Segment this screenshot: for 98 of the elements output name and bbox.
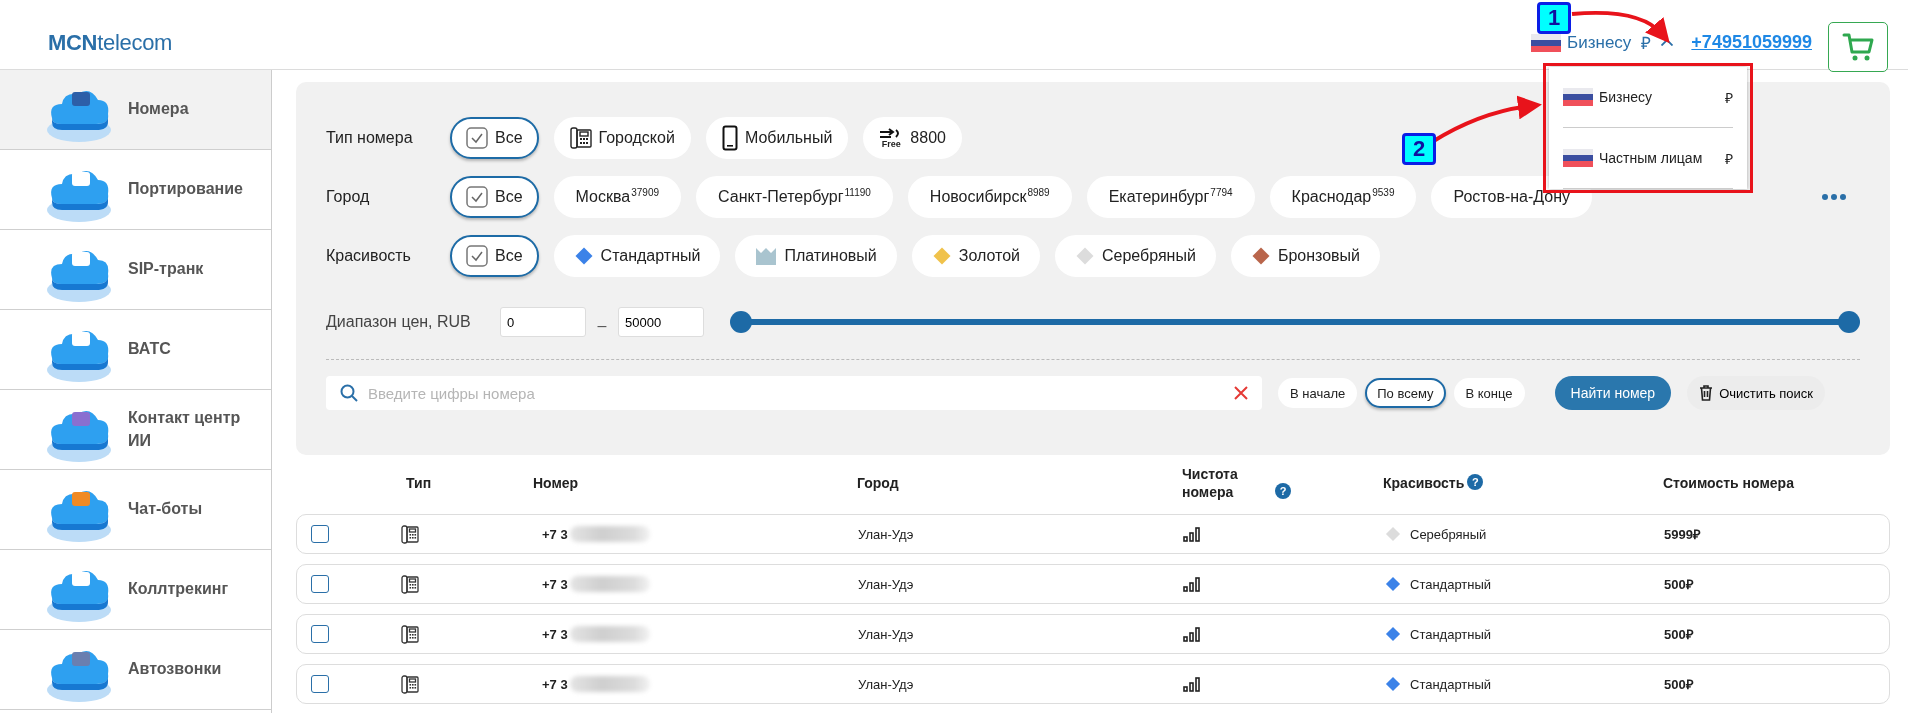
row-checkbox[interactable] — [311, 625, 329, 643]
filter-chip[interactable]: Все — [450, 235, 539, 277]
slider-thumb[interactable] — [730, 311, 752, 333]
price-slider[interactable] — [730, 311, 1860, 333]
checkbox-icon — [466, 186, 488, 208]
trash-icon — [1699, 385, 1714, 401]
checkbox-icon — [466, 127, 488, 149]
match-mode-button[interactable]: В начале — [1278, 378, 1358, 408]
sidebar-item[interactable]: SIP-транк — [0, 230, 271, 310]
filter-label: Город — [326, 188, 371, 206]
filter-chip[interactable]: Стандартный — [553, 235, 721, 277]
logo: MCNtelecom — [48, 29, 173, 56]
sidebar-item[interactable]: ВАТС — [0, 310, 271, 390]
beauty-text: Стандартный — [1410, 626, 1492, 642]
column-header: Номер — [533, 473, 579, 493]
menu-item[interactable]: Частным лицам ₽ — [1563, 128, 1733, 188]
row-checkbox[interactable] — [311, 525, 329, 543]
search-icon — [340, 384, 358, 402]
phone-number: +7 3 — [542, 526, 568, 542]
flag-icon — [1563, 88, 1593, 106]
match-mode-button[interactable]: В конце — [1453, 378, 1525, 408]
column-header: Чистота номера — [1182, 464, 1239, 502]
column-header: Красивость — [1383, 473, 1465, 493]
menu-item[interactable]: Бизнесу ₽ — [1563, 67, 1733, 127]
price-label: Диапазон цен, RUB — [326, 313, 472, 331]
filter-chip[interactable]: Екатеринбург$^{7794}$ — [1086, 176, 1255, 218]
cart-button[interactable] — [1828, 21, 1888, 72]
cart-icon — [1842, 31, 1874, 62]
filter-chip[interactable]: Free 8800 — [863, 117, 962, 159]
row-checkbox[interactable] — [311, 675, 329, 693]
search-input[interactable]: Введите цифры номера — [366, 383, 1226, 403]
city-text: Улан-Удэ — [858, 676, 914, 692]
match-mode-button[interactable]: По всему — [1365, 378, 1446, 408]
slider-thumb[interactable] — [1838, 311, 1860, 333]
beauty-text: Стандартный — [1410, 576, 1492, 592]
phone-link[interactable]: +74951059999 — [1691, 32, 1812, 53]
sidebar-item[interactable]: Чат-боты — [0, 470, 271, 550]
column-header: Стоимость номера — [1663, 473, 1794, 493]
max-price-field[interactable]: 50000 — [618, 307, 704, 337]
column-header: Город — [857, 473, 899, 493]
signal-bars-icon — [1183, 676, 1201, 692]
filter-chip[interactable]: Золотой — [911, 235, 1040, 277]
filter-chip[interactable]: Бронзовый — [1230, 235, 1380, 277]
clear-icon — [1234, 386, 1248, 400]
range-separator: – — [596, 316, 608, 335]
step-number-badge: 2 — [1402, 133, 1436, 165]
price-text: 500₽ — [1664, 626, 1694, 643]
price-text: 5999₽ — [1664, 526, 1701, 543]
desk-phone-icon — [401, 574, 419, 594]
city-text: Улан-Удэ — [858, 626, 914, 642]
beauty-text: Серебряный — [1410, 526, 1487, 542]
clear-search-button[interactable]: Очистить поиск — [1687, 376, 1826, 410]
sidebar-item[interactable]: Коллтрекинг — [0, 550, 271, 630]
desk-phone-icon — [569, 126, 592, 150]
filter-chip[interactable]: Москва$^{37909}$ — [553, 176, 681, 218]
filter-chip[interactable]: Серебряный — [1055, 235, 1216, 277]
filter-chip[interactable]: Все — [450, 176, 539, 218]
price-text: 500₽ — [1664, 576, 1694, 593]
min-price-field[interactable]: 0 — [500, 307, 586, 337]
city-text: Улан-Удэ — [858, 576, 914, 592]
sidebar-item[interactable]: Портирование — [0, 150, 271, 230]
step-number-badge: 1 — [1537, 2, 1571, 34]
filter-chip[interactable]: Краснодар$^{9539}$ — [1269, 176, 1417, 218]
filter-chip[interactable]: Городской — [553, 117, 691, 159]
more-icon — [1822, 194, 1846, 200]
phone-number: +7 3 — [542, 576, 568, 592]
filter-label: Красивость — [326, 247, 412, 265]
desk-phone-icon — [401, 674, 419, 694]
desk-phone-icon — [401, 524, 419, 544]
flag-icon — [1531, 33, 1562, 52]
signal-bars-icon — [1183, 526, 1201, 542]
signal-bars-icon — [1183, 626, 1201, 642]
filter-chip[interactable]: Все — [450, 117, 539, 159]
sidebar-item[interactable]: Контакт центр ИИ — [0, 390, 271, 470]
filter-chip[interactable]: Мобильный — [705, 117, 849, 159]
column-header: Тип — [406, 473, 432, 493]
help-icon[interactable]: ? — [1275, 483, 1291, 500]
checkbox-icon — [466, 245, 488, 267]
flag-icon — [1563, 149, 1593, 167]
beauty-text: Стандартный — [1410, 676, 1492, 692]
search-field[interactable]: Введите цифры номера — [326, 376, 1262, 410]
desk-phone-icon — [401, 624, 419, 644]
price-text: 500₽ — [1664, 676, 1694, 693]
mobile-phone-icon — [721, 125, 738, 151]
city-text: Улан-Удэ — [858, 526, 914, 542]
filter-chip[interactable]: Санкт-Петербург$^{11190}$ — [696, 176, 893, 218]
filter-chip[interactable]: Платиновый — [735, 235, 897, 277]
filter-chip[interactable]: Новосибирск$^{8989}$ — [907, 176, 1072, 218]
account-switch[interactable]: Бизнесу ₽ — [1531, 31, 1674, 54]
filter-label: Тип номера — [326, 129, 414, 147]
sidebar-item[interactable]: Автозвонки — [0, 630, 271, 710]
sidebar-item[interactable]: Номера — [0, 70, 271, 150]
signal-bars-icon — [1183, 576, 1201, 592]
phone-number: +7 3 — [542, 676, 568, 692]
phone-number: +7 3 — [542, 626, 568, 642]
row-checkbox[interactable] — [311, 575, 329, 593]
help-icon[interactable]: ? — [1467, 474, 1484, 491]
find-button[interactable]: Найти номер — [1554, 376, 1672, 410]
